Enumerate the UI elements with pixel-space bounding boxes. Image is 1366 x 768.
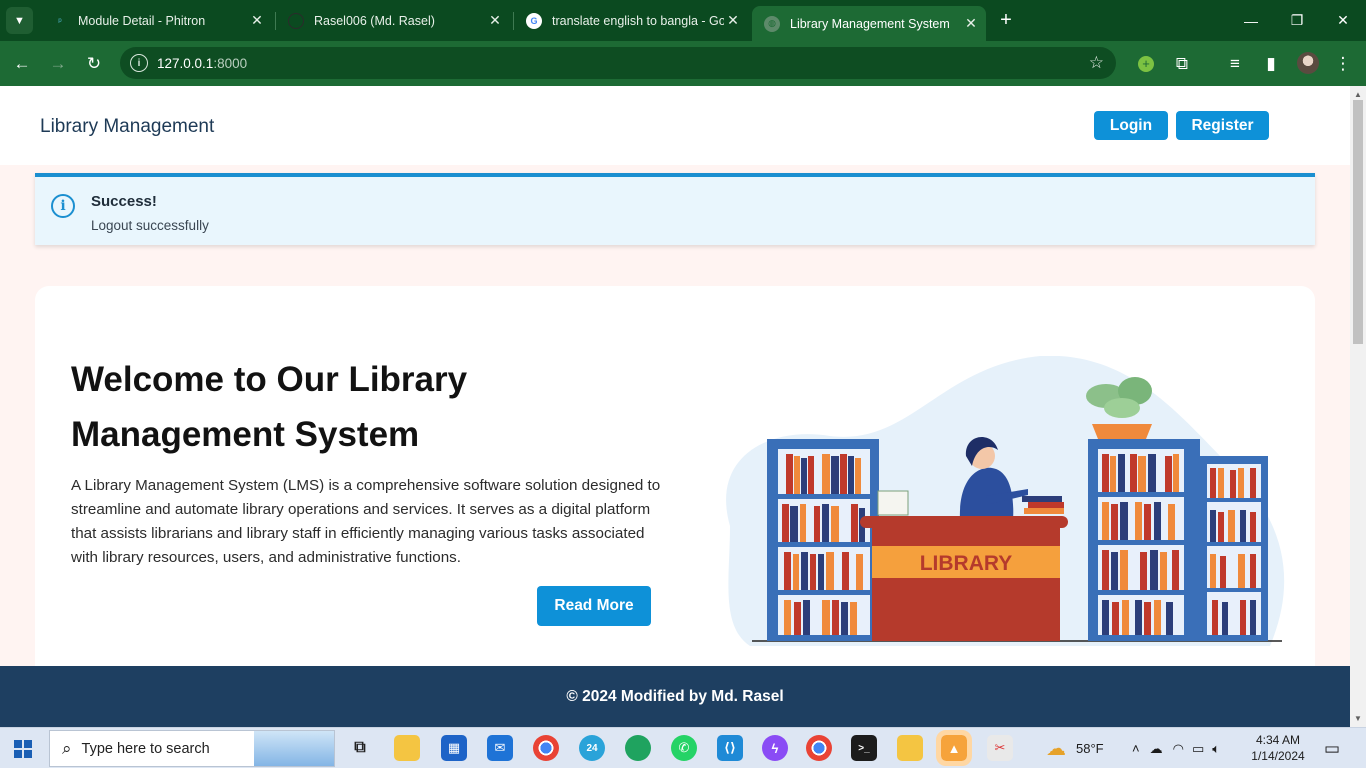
telegram-badge: 24 [586, 742, 598, 754]
tab-title: Rasel006 (Md. Rasel) [314, 13, 435, 28]
success-alert: i Success! Logout successfully [35, 173, 1315, 245]
search-placeholder: Type here to search [81, 740, 210, 757]
extension-green-icon[interactable]: + [1133, 51, 1159, 77]
forward-button[interactable]: → [45, 51, 71, 77]
telegram-icon[interactable]: 24 [579, 735, 605, 761]
scroll-up-icon[interactable]: ▲ [1354, 90, 1362, 99]
login-button[interactable]: Login [1094, 111, 1168, 140]
snipping-tool-icon[interactable]: ✂ [987, 735, 1013, 761]
page-scrollbar[interactable]: ▲ ▼ [1350, 86, 1366, 727]
scroll-down-icon[interactable]: ▼ [1354, 714, 1362, 723]
right-bookshelf [1088, 439, 1268, 641]
phitron-favicon-icon: ᵖ [52, 12, 68, 29]
site-info-icon[interactable]: i [130, 54, 148, 72]
globe-favicon-icon: ◍ [764, 15, 780, 32]
left-bookshelf [767, 439, 879, 641]
task-view-icon[interactable]: ⧉ [347, 735, 373, 761]
edge-icon[interactable] [625, 735, 651, 761]
bookmark-star-icon[interactable]: ☆ [1089, 53, 1104, 73]
windows-start-icon[interactable] [14, 740, 32, 758]
chrome-icon[interactable] [533, 735, 559, 761]
site-footer: © 2024 Modified by Md. Rasel [0, 666, 1350, 727]
weather-widget[interactable]: ☁ 58°F [1046, 728, 1104, 768]
back-button[interactable]: ← [9, 51, 35, 77]
windows-taskbar: ⌕ Type here to search ⧉ ▦ ✉ 24 ✆ ⟨⟩ ϟ >_… [0, 727, 1366, 768]
tab-title: Library Management System [790, 16, 950, 31]
tab-github-profile[interactable]: Rasel006 (Md. Rasel) ✕ [276, 0, 510, 41]
taskbar-clock[interactable]: 4:34 AM 1/14/2024 [1248, 732, 1308, 764]
whatsapp-icon[interactable]: ✆ [671, 735, 697, 761]
close-tab-icon[interactable]: ✕ [962, 15, 980, 32]
browser-toolbar: ← → ↻ i 127.0.0.1 :8000 ☆ + ⧉ ≡ ▮ ⋮ [0, 41, 1366, 86]
register-button[interactable]: Register [1176, 111, 1269, 140]
github-favicon-icon [288, 12, 304, 29]
clock-date: 1/14/2024 [1251, 749, 1305, 763]
hero-heading: Welcome to Our Library Management System [71, 360, 468, 454]
tab-library-management[interactable]: ◍ Library Management System ✕ [752, 6, 986, 41]
microsoft-store-icon[interactable]: ▦ [441, 735, 467, 761]
alert-title: Success! [91, 193, 157, 210]
google-favicon-icon: G [526, 12, 542, 29]
volume-icon[interactable]: 🔈︎ [1212, 741, 1220, 757]
url-host: 127.0.0.1 [157, 55, 214, 71]
browser-menu-icon[interactable]: ⋮ [1330, 51, 1356, 77]
page-viewport: Library Management Login Register i Succ… [0, 86, 1350, 727]
weather-temperature: 58°F [1076, 741, 1104, 756]
desk-sign-text: LIBRARY [920, 552, 1013, 575]
weather-cloud-sun-icon: ☁ [1046, 738, 1066, 760]
chevron-up-icon[interactable]: ˄ [1132, 741, 1140, 756]
library-desk [860, 516, 1068, 641]
close-tab-icon[interactable]: ✕ [486, 12, 504, 29]
messenger-icon[interactable]: ϟ [762, 735, 788, 761]
search-highlight-image [254, 731, 334, 766]
file-explorer-icon[interactable] [394, 735, 420, 761]
notifications-icon[interactable]: ▭ [1324, 728, 1340, 768]
hero-card: Welcome to Our Library Management System… [35, 286, 1315, 727]
tab-title: translate english to bangla - Go [552, 13, 724, 28]
hero-description: A Library Management System (LMS) is a c… [71, 477, 661, 566]
tab-title: Module Detail - Phitron [78, 13, 206, 28]
clock-time: 4:34 AM [1255, 733, 1301, 747]
terminal-icon[interactable]: >_ [851, 735, 877, 761]
desk-papers [877, 490, 909, 516]
taskbar-search-input[interactable]: ⌕ Type here to search [49, 730, 335, 767]
system-tray: ˄ ☁ ◠ ▭ 🔈︎ [1132, 728, 1220, 768]
close-window-button[interactable]: ✕ [1320, 0, 1366, 41]
browser-tab-strip: ▼ ᵖ Module Detail - Phitron ✕ Rasel006 (… [0, 0, 1366, 41]
media-controls-icon[interactable]: ≡ [1222, 51, 1248, 77]
onedrive-cloud-icon[interactable]: ☁ [1150, 741, 1163, 757]
info-icon: i [51, 194, 75, 218]
site-navbar: Library Management Login Register [0, 86, 1350, 165]
scrollbar-thumb[interactable] [1353, 100, 1363, 344]
new-tab-button[interactable]: + [995, 9, 1017, 31]
url-port: :8000 [213, 55, 248, 71]
read-more-button[interactable]: Read More [537, 586, 651, 626]
tab-search-button[interactable]: ▼ [6, 7, 33, 34]
address-bar[interactable]: i 127.0.0.1 :8000 ☆ [120, 47, 1116, 79]
profile-avatar[interactable] [1297, 52, 1319, 74]
close-tab-icon[interactable]: ✕ [248, 12, 266, 29]
library-illustration: LIBRARY [726, 356, 1285, 646]
vscode-icon[interactable]: ⟨⟩ [717, 735, 743, 761]
side-panel-icon[interactable]: ▮ [1258, 51, 1284, 77]
reload-button[interactable]: ↻ [81, 51, 107, 77]
alert-message: Logout successfully [91, 218, 209, 233]
chrome-profile-icon[interactable] [806, 735, 832, 761]
search-icon: ⌕ [62, 738, 72, 758]
close-tab-icon[interactable]: ✕ [724, 12, 742, 29]
folder-icon[interactable] [897, 735, 923, 761]
battery-icon[interactable]: ▭ [1192, 741, 1204, 757]
tab-module-detail[interactable]: ᵖ Module Detail - Phitron ✕ [40, 0, 272, 41]
site-brand[interactable]: Library Management [40, 116, 214, 138]
desk-books [1022, 496, 1064, 514]
restore-button[interactable]: ❐ [1274, 0, 1320, 41]
photos-app-icon[interactable]: ▲ [936, 730, 972, 766]
wifi-icon[interactable]: ◠ [1173, 741, 1184, 757]
tab-google-translate[interactable]: G translate english to bangla - Go ✕ [514, 0, 748, 41]
mail-icon[interactable]: ✉ [487, 735, 513, 761]
minimize-button[interactable]: — [1228, 0, 1274, 41]
extensions-puzzle-icon[interactable]: ⧉ [1169, 51, 1195, 77]
